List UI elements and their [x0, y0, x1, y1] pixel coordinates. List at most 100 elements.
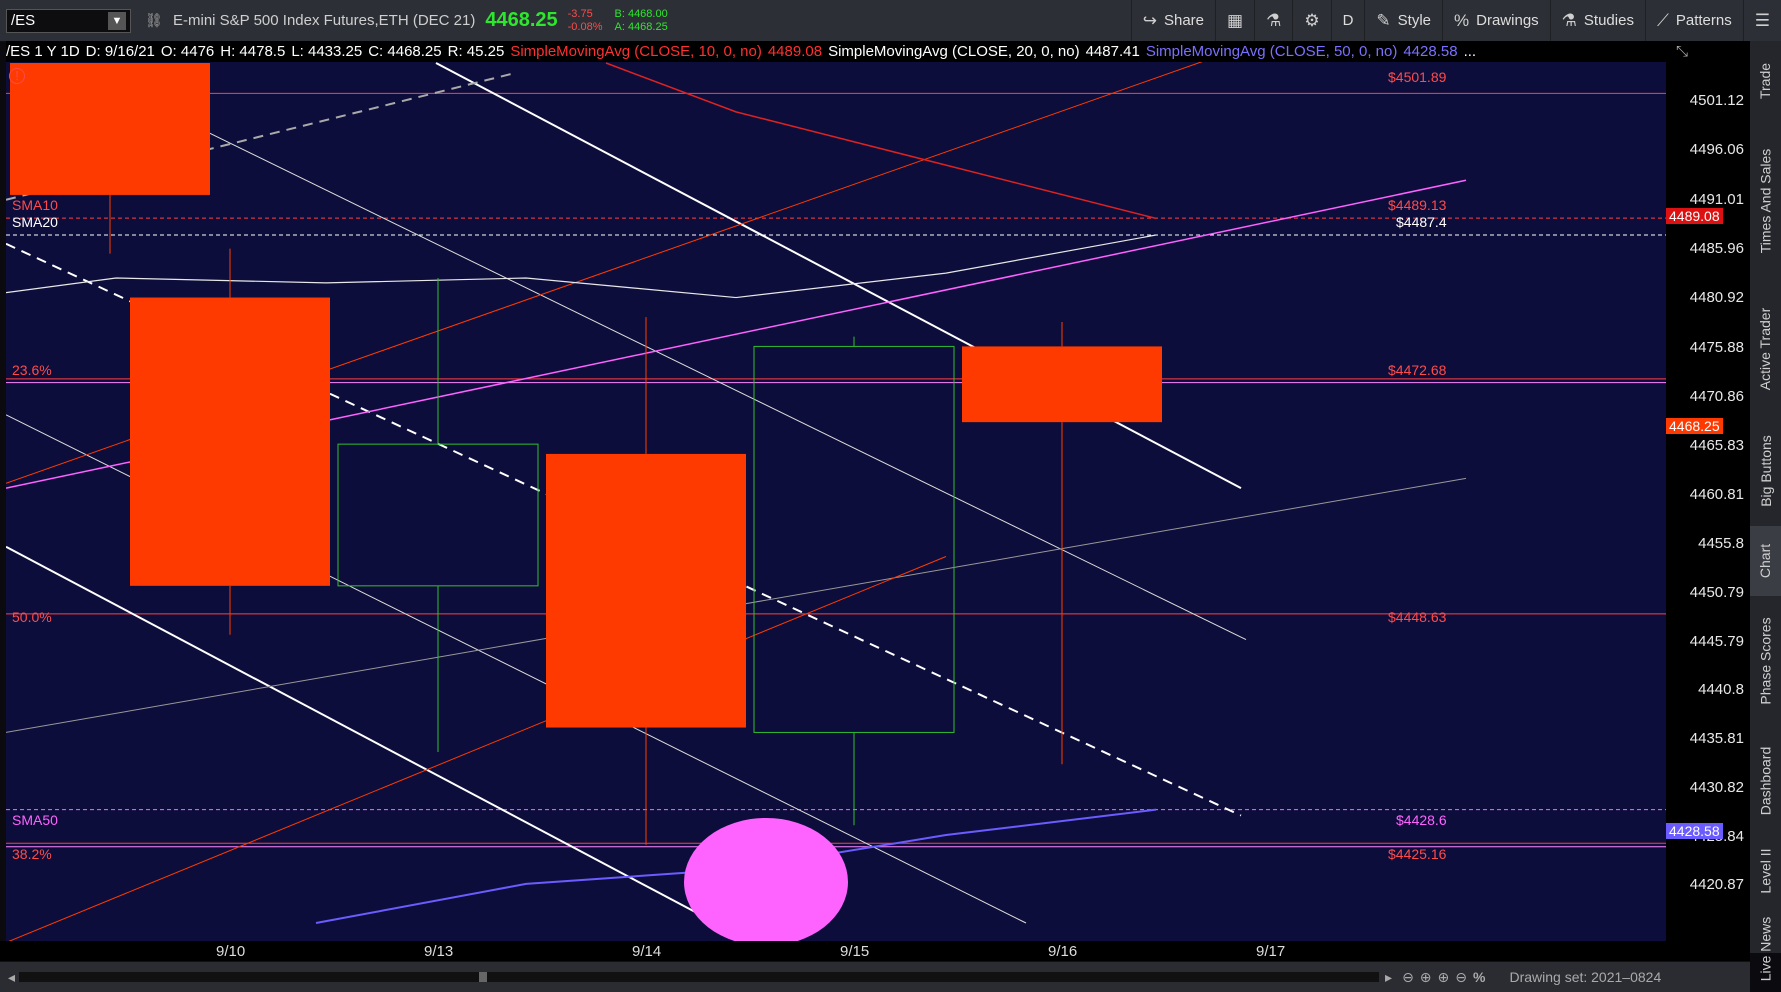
settings-button[interactable]: ⚙ [1292, 0, 1330, 41]
share-button[interactable]: ↪ Share [1130, 0, 1215, 41]
price-tick-label: 4430.82 [1689, 778, 1744, 796]
aggregation-label[interactable]: /ES 1 Y 1D [6, 43, 80, 60]
sidebar-label: Trade [1757, 62, 1774, 100]
menu-icon: ☰ [1754, 10, 1770, 30]
percent-zoom-icon[interactable]: % [1473, 969, 1485, 985]
price-tick-label: 4460.81 [1689, 485, 1744, 503]
sidebar-item-times-and-sales[interactable]: Times And Sales [1750, 121, 1781, 281]
trendline-upper [435, 62, 1242, 489]
candle-body-9/13 [337, 443, 539, 587]
patterns-icon: ⟋ [1656, 10, 1669, 30]
collapse-icon[interactable]: ⤡ [1676, 43, 1688, 60]
last-price-badge: 4468.25 [1666, 418, 1723, 434]
sma10-study-value: 4489.08 [767, 43, 823, 60]
grid-icon: ▦ [1227, 10, 1244, 30]
scroll-right-icon[interactable]: ▸ [1385, 969, 1392, 986]
sma50-label: SMA50 [12, 812, 58, 828]
date-tick-label: 9/13 [424, 943, 454, 960]
sidebar-label: Active Trader [1757, 307, 1774, 390]
sidebar-label: Dashboard [1757, 746, 1774, 816]
level-label-4428: $4428.6 [1396, 812, 1447, 828]
menu-button[interactable]: ☰ [1742, 0, 1781, 41]
candle-body-partial [10, 63, 210, 195]
price-tick-label: 4440.8 [1698, 681, 1744, 699]
symbol-selector[interactable]: /ES ▼ [6, 8, 131, 33]
price-tick-label: 4420.87 [1689, 876, 1744, 894]
alert-icon[interactable]: ! [9, 68, 25, 84]
price-tick-label: 4455.8 [1698, 534, 1744, 552]
candle-body-9/14 [546, 453, 746, 728]
level-label-4501: $4501.89 [1388, 69, 1447, 85]
studies-button[interactable]: ⚗ Studies [1549, 0, 1645, 41]
sidebar-label: Big Buttons [1757, 435, 1774, 507]
sidebar-label: Chart [1757, 543, 1774, 579]
bar-range: R: 45.25 [447, 43, 505, 60]
instrument-description: E-mini S&P 500 Index Futures,ETH (DEC 21… [173, 12, 476, 29]
price-tick-label: 4450.79 [1689, 583, 1744, 601]
ask-value: A: 4468.25 [614, 20, 668, 33]
price-tick-label: 4485.96 [1689, 240, 1744, 258]
drawings-button[interactable]: % Drawings [1442, 0, 1550, 41]
candle-body-9/10 [130, 297, 330, 586]
sma10-study-label[interactable]: SimpleMovingAvg (CLOSE, 10, 0, no) [510, 43, 762, 60]
sidebar-item-chart[interactable]: Chart [1750, 526, 1781, 596]
price-axis[interactable]: ⤡ 4501.12 4496.06 4491.01 4485.96 4480.92 447… [1666, 41, 1750, 941]
candle-body-9/15 [753, 345, 955, 733]
timeframe-label: D [1342, 12, 1354, 29]
sidebar-item-dashboard[interactable]: Dashboard [1750, 726, 1781, 836]
drawing-set-label[interactable]: Drawing set: 2021–0824 [1509, 969, 1661, 985]
sidebar-item-phase-scores[interactable]: Phase Scores [1750, 596, 1781, 726]
study-header: /ES 1 Y 1D D: 9/16/21 O: 4476 H: 4478.5 … [6, 41, 1666, 62]
scroll-thumb[interactable] [479, 972, 488, 982]
sma20-study-value: 4487.41 [1085, 43, 1140, 60]
sma10-price-badge: 4489.08 [1666, 208, 1723, 224]
sma10-label: SMA10 [12, 197, 58, 213]
toolbar-buttons: ↪ Share ▦ ⚗ ⚙ D ✎ Style % Drawings ⚗ Studies… [1130, 0, 1781, 41]
net-change: -3.75 -0.08% [568, 8, 603, 34]
sma50-price-badge: 4428.58 [1666, 823, 1723, 839]
sma50-study-label[interactable]: SimpleMovingAvg (CLOSE, 50, 0, no) [1146, 43, 1398, 60]
bid-ask: B: 4468.00 A: 4468.25 [615, 8, 668, 34]
symbol-text: /ES [11, 12, 36, 29]
style-label: Style [1397, 12, 1432, 29]
sma20-study-label[interactable]: SimpleMovingAvg (CLOSE, 20, 0, no) [828, 43, 1080, 60]
date-tick-label: 9/17 [1256, 943, 1286, 960]
lab-button[interactable]: ⚗ [1254, 0, 1292, 41]
level-label-4448: $4448.63 [1388, 609, 1447, 625]
bar-date: D: 9/16/21 [85, 43, 155, 60]
zoom-reset-icon[interactable]: ⊖ [1455, 969, 1467, 986]
pan-icon[interactable]: ⊕ [1420, 969, 1432, 986]
level-label-4489: $4489.13 [1388, 197, 1447, 213]
sidebar-label: Live News [1757, 916, 1774, 981]
bar-high: H: 4478.5 [220, 43, 286, 60]
scroll-left-icon[interactable]: ◂ [8, 969, 15, 986]
bar-open: O: 4476 [160, 43, 215, 60]
price-chart[interactable] [6, 41, 1666, 941]
price-tick-label: 4501.12 [1689, 91, 1744, 109]
chevron-down-icon[interactable]: ▼ [108, 11, 126, 30]
style-button[interactable]: ✎ Style [1364, 0, 1442, 41]
zoom-out-icon[interactable]: ⊖ [1402, 969, 1414, 986]
sidebar-item-trade[interactable]: Trade [1750, 41, 1781, 121]
more-studies[interactable]: ... [1464, 43, 1477, 60]
footer-bar: ◂ ▸ ⊖ ⊕ ⊕ ⊖ % Drawing set: 2021–0824 [0, 961, 1750, 992]
price-tick-label: 4435.81 [1689, 730, 1744, 748]
level-label-4487: $4487.4 [1396, 214, 1447, 230]
change-percent: -0.08% [567, 20, 603, 33]
horizontal-scrollbar[interactable] [19, 972, 1380, 982]
chart-area[interactable]: $4501.89 $4489.13 $4487.4 $4472.68 $4448… [6, 41, 1666, 941]
sidebar-item-live-news[interactable]: Live News [1750, 906, 1781, 991]
flexible-grid-button[interactable]: ▦ [1215, 0, 1254, 41]
share-label: Share [1163, 12, 1204, 29]
bid-value: B: 4468.00 [614, 7, 668, 20]
sidebar-item-big-buttons[interactable]: Big Buttons [1750, 416, 1781, 526]
fib-label-500: 50.0% [12, 609, 52, 625]
ellipse-annotation [684, 817, 848, 941]
timeframe-button[interactable]: D [1330, 0, 1365, 41]
patterns-button[interactable]: ⟋ Patterns [1644, 0, 1743, 41]
link-icon[interactable]: ⛓ [145, 12, 163, 29]
zoom-in-icon[interactable]: ⊕ [1438, 969, 1450, 986]
sidebar-item-active-trader[interactable]: Active Trader [1750, 281, 1781, 416]
toolbar: /ES ▼ ⛓ E-mini S&P 500 Index Futures,ETH… [0, 0, 1781, 42]
sidebar-item-level-ii[interactable]: Level II [1750, 836, 1781, 906]
